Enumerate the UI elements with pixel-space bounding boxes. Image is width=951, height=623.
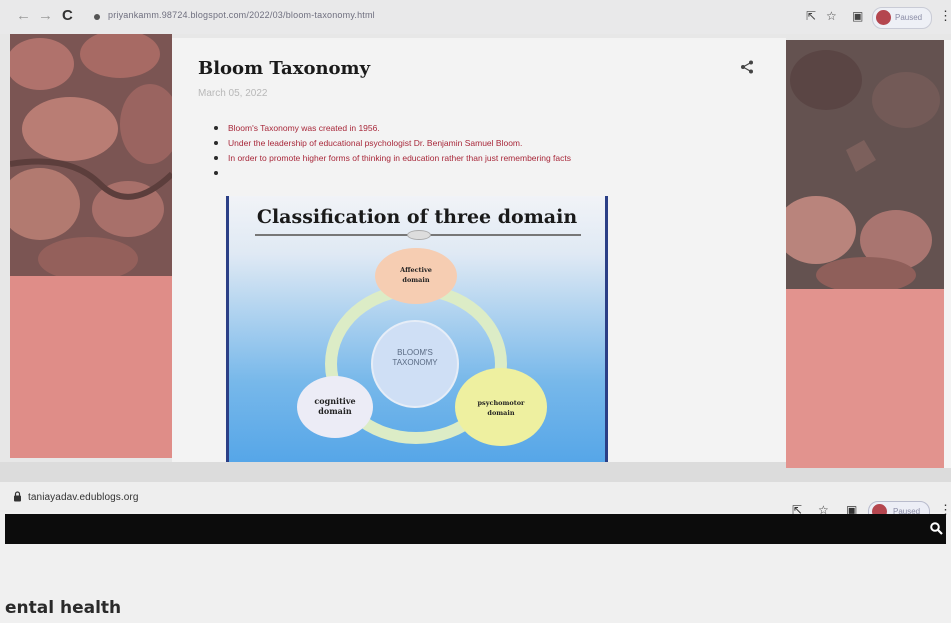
center-node: BLOOM'S TAXONOMY [371,320,459,408]
node-label: domain [402,276,430,284]
node-label: Affective [400,266,432,274]
node-label: domain [487,409,515,417]
sidebar-icon[interactable]: ▣ [852,9,863,23]
address-url[interactable]: taniayadav.edublogs.org [28,492,139,503]
bookmark-star-icon[interactable]: ☆ [826,9,837,23]
left-background [10,34,172,458]
bullet-list: Bloom's Taxonomy was created in 1956. Un… [214,122,571,182]
node-label: domain [318,406,352,416]
share-icon[interactable] [740,60,754,74]
bottom-toolbar: taniayadav.edublogs.org ⇱ ☆ ▣ Paused ⋮ [0,482,951,523]
forward-icon[interactable]: → [38,8,53,24]
taxonomy-slide-image: Classification of three domain BLOOM'S T… [226,196,608,462]
page-heading: ental health [5,598,122,618]
scrollbar[interactable] [944,40,951,468]
share-page-icon[interactable]: ⇱ [806,9,816,23]
back-icon[interactable]: ← [16,8,31,24]
center-label-line: BLOOM'S [397,348,433,357]
bottom-browser-window: taniayadav.edublogs.org ⇱ ☆ ▣ Paused ⋮ e… [0,482,951,623]
blog-post: Bloom Taxonomy March 05, 2022 Bloom's Ta… [172,38,786,462]
address-url: priyankamm.98724.blogspot.com/2022/03/bl… [108,10,375,20]
lock-icon[interactable] [13,491,22,502]
list-item: Under the leadership of educational psyc… [214,137,571,152]
floral-pattern-right [786,40,944,289]
center-label: BLOOM'S TAXONOMY [373,348,457,368]
address-bar[interactable]: priyankamm.98724.blogspot.com/2022/03/bl… [88,7,788,27]
profile-button[interactable]: Paused [872,7,932,29]
top-toolbar: ← → C priyankamm.98724.blogspot.com/2022… [0,0,951,34]
site-header-bar [5,514,946,544]
reload-icon[interactable]: C [62,8,73,24]
site-info-icon[interactable] [94,14,100,20]
list-item: In order to promote higher forms of thin… [214,152,571,167]
cognitive-domain-node: cognitive domain [297,376,373,438]
center-label-line: TAXONOMY [392,358,438,367]
affective-domain-node: Affective domain [375,248,457,304]
list-item [214,167,571,182]
slide-title: Classification of three domain [256,206,578,228]
search-icon[interactable] [930,522,943,535]
list-item: Bloom's Taxonomy was created in 1956. [214,122,571,137]
top-browser-window: ← → C priyankamm.98724.blogspot.com/2022… [0,0,951,468]
menu-icon[interactable]: ⋮ [939,8,951,24]
avatar [876,10,891,25]
divider-ornament [407,230,431,240]
floral-pattern-left [10,34,172,276]
psychomotor-domain-node: psychomotor domain [455,368,547,446]
post-date: March 05, 2022 [198,88,268,99]
node-label: psychomotor [477,399,525,407]
profile-label: Paused [895,13,923,22]
right-background [786,40,944,468]
post-title: Bloom Taxonomy [198,58,371,79]
node-label: cognitive [314,396,356,406]
